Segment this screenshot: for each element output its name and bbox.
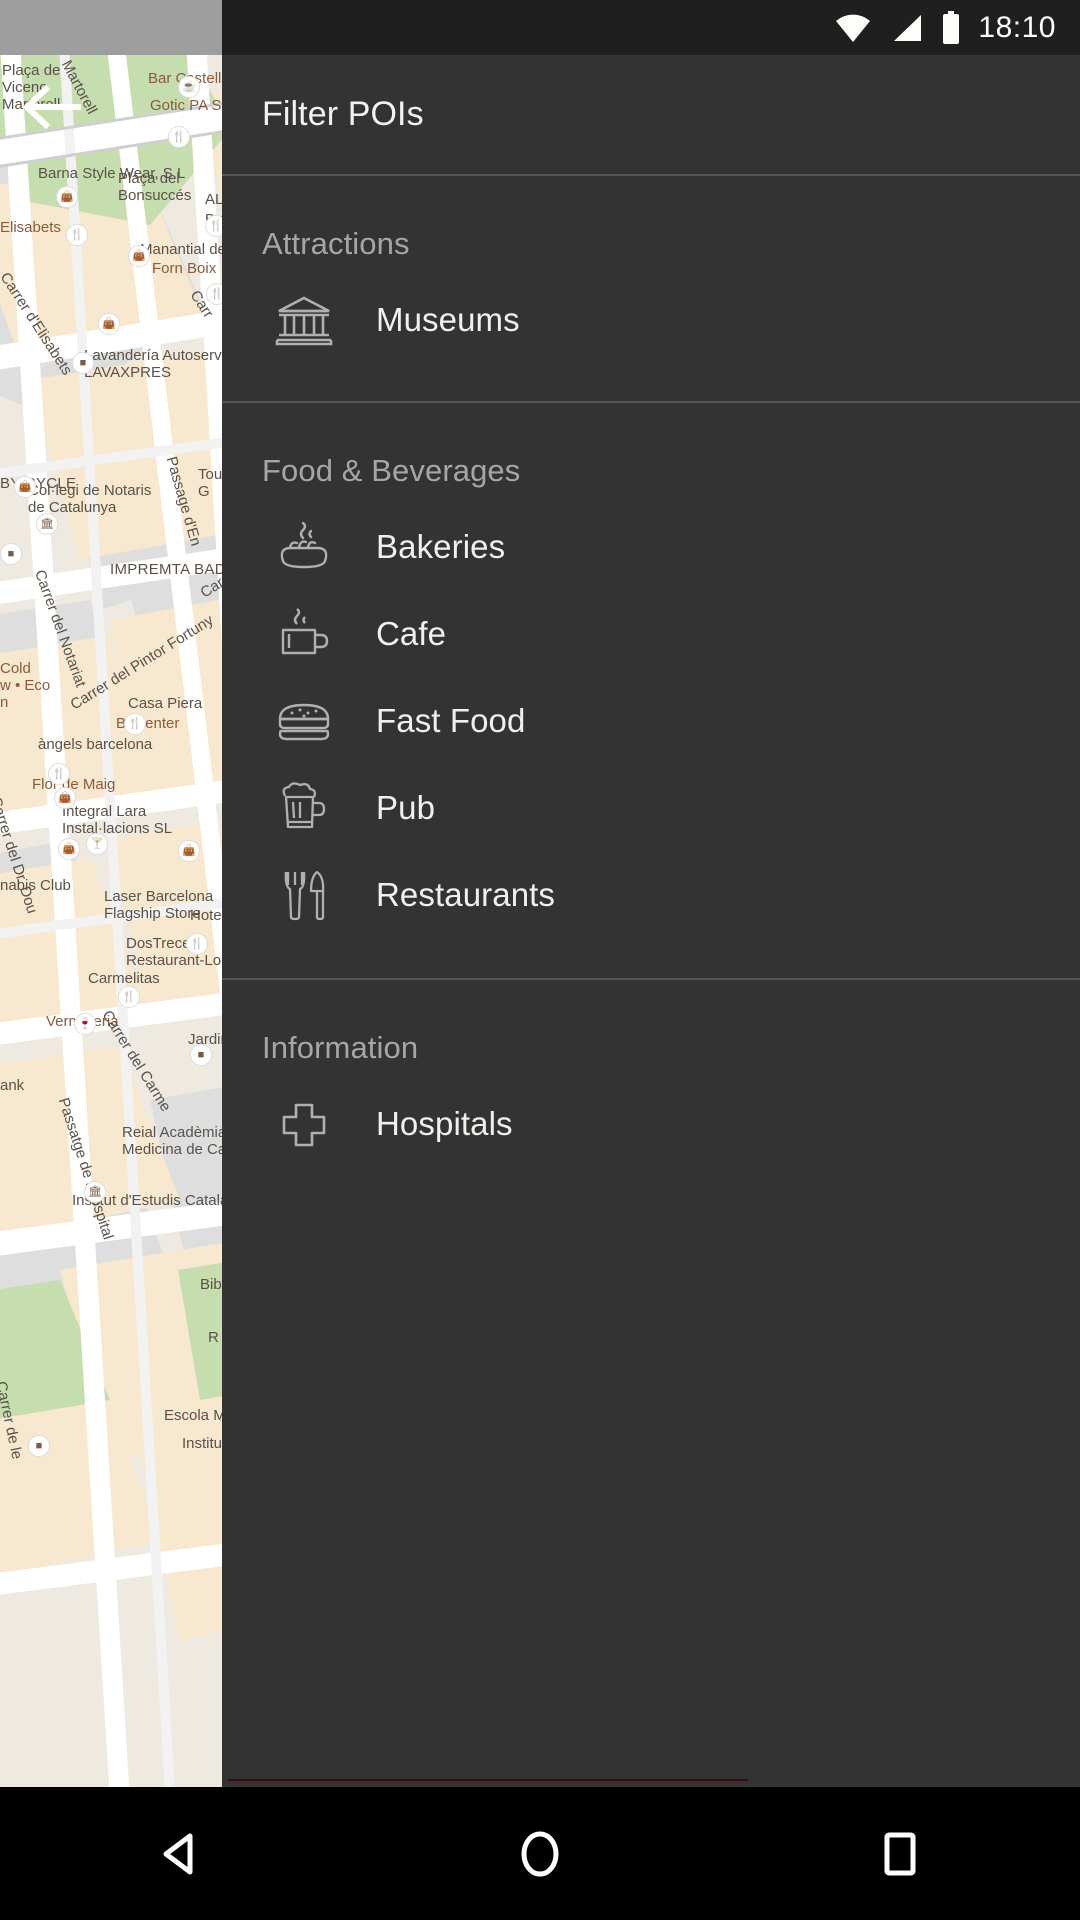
poi-label-restaurants: Restaurants xyxy=(376,875,556,913)
group-information: Information Hospitals xyxy=(222,980,1080,1197)
screen-edge-artifact xyxy=(228,1779,748,1781)
group-title-food-beverages: Food & Beverages xyxy=(262,453,521,488)
map-label: Elisabets xyxy=(0,219,61,236)
nav-recents-button[interactable] xyxy=(840,1794,960,1914)
map-poi-pin-icon[interactable]: ☕ xyxy=(178,76,200,98)
map-label: Institu xyxy=(182,1435,223,1452)
map-poi-pin-icon[interactable]: ■ xyxy=(0,543,22,565)
map-label: Hotel xyxy=(190,907,226,924)
map-label: Forn Boix xyxy=(152,260,217,277)
map-poi-pin-icon[interactable]: 👜 xyxy=(58,838,80,860)
page-title: Filter POIs xyxy=(262,95,424,133)
map-label: Lavandería Autoservicio LAVAXPRES xyxy=(84,347,245,382)
status-bar: 18:10 xyxy=(222,0,1080,55)
nav-back-button[interactable] xyxy=(120,1794,240,1914)
map-label: Bib xyxy=(200,1276,222,1293)
android-navigation-bar xyxy=(0,1787,1080,1920)
coffee-mug-icon xyxy=(262,607,346,660)
poi-item-bakeries[interactable]: Bakeries xyxy=(222,503,1080,590)
poi-label-museums: Museums xyxy=(376,300,520,338)
poi-item-hospitals[interactable]: Hospitals xyxy=(222,1080,1080,1167)
phone-screen: Plaça de Vicenç Martorell Martorell Bar Ca… xyxy=(0,0,1080,1920)
drawer-header: Filter POIs xyxy=(222,55,1080,174)
beer-mug-icon xyxy=(262,781,346,834)
poi-label-cafe: Cafe xyxy=(376,614,447,652)
map-poi-pin-icon[interactable]: 🍴 xyxy=(118,986,140,1008)
map-label: àngels barcelona xyxy=(38,736,153,753)
map-label: Integral Lara Instal·lacions SL xyxy=(62,803,173,838)
map-label: Col·legi de Notaris de Catalunya xyxy=(28,482,152,517)
map-label: nabis Club xyxy=(0,877,71,894)
map-label: ank xyxy=(0,1077,25,1094)
poi-label-fast-food: Fast Food xyxy=(376,701,526,739)
map-poi-pin-icon[interactable]: 🍴 xyxy=(186,933,208,955)
map-label: Carrer del Carme xyxy=(98,1007,175,1115)
poi-label-pub: Pub xyxy=(376,788,436,826)
map-poi-pin-icon[interactable]: ■ xyxy=(28,1435,50,1457)
map-poi-pin-icon[interactable]: ■ xyxy=(190,1044,212,1066)
map-poi-pin-icon[interactable]: 🏛 xyxy=(84,1181,106,1203)
map-poi-pin-icon[interactable]: ■ xyxy=(72,352,94,374)
map-poi-pin-icon[interactable]: 👜 xyxy=(56,186,78,208)
group-title-attractions: Attractions xyxy=(262,226,410,261)
nav-home-button[interactable] xyxy=(480,1794,600,1914)
medical-cross-icon xyxy=(262,1098,346,1150)
filter-poi-drawer: 18:10 Filter POIs Attractions Museums Fo… xyxy=(222,0,1080,1787)
group-food-beverages: Food & Beverages Bakeries Cafe Fast Food… xyxy=(222,403,1080,978)
map-label: AL xyxy=(205,191,224,208)
poi-label-bakeries: Bakeries xyxy=(376,527,506,565)
museum-icon xyxy=(262,294,346,346)
poi-item-fast-food[interactable]: Fast Food xyxy=(222,677,1080,764)
poi-item-pub[interactable]: Pub xyxy=(222,764,1080,851)
map-poi-pin-icon[interactable]: 🍴 xyxy=(48,763,70,785)
map-poi-pin-icon[interactable]: 🏛 xyxy=(36,513,58,535)
map-poi-pin-icon[interactable]: 👜 xyxy=(14,476,36,498)
map-label: Passatge de l'Hospital xyxy=(54,1095,117,1242)
map-poi-pin-icon[interactable]: 🍴 xyxy=(124,713,146,735)
battery-icon xyxy=(941,10,961,45)
hamburger-icon xyxy=(262,695,346,747)
cellular-signal-icon xyxy=(890,12,924,44)
poi-item-restaurants[interactable]: Restaurants xyxy=(222,851,1080,938)
map-poi-pin-icon[interactable]: 👜 xyxy=(98,313,120,335)
map-poi-pin-icon[interactable]: 🍸 xyxy=(86,833,108,855)
poi-label-hospitals: Hospitals xyxy=(376,1104,513,1142)
back-arrow-icon[interactable] xyxy=(18,74,84,140)
map-poi-pin-icon[interactable]: 👜 xyxy=(178,840,200,862)
map-poi-pin-icon[interactable]: 🍴 xyxy=(66,224,88,246)
map-poi-pin-icon[interactable]: 👜 xyxy=(54,787,76,809)
group-attractions: Attractions Museums xyxy=(222,176,1080,401)
poi-item-museums[interactable]: Museums xyxy=(222,276,1080,363)
fork-knife-icon xyxy=(262,869,346,921)
map-label: R xyxy=(208,1329,219,1346)
map-label: Carrer del Dr. Dou xyxy=(0,794,41,916)
map-label: Carmelitas xyxy=(88,970,160,987)
map-poi-pin-icon[interactable]: 🍴 xyxy=(168,126,190,148)
status-bar-clock: 18:10 xyxy=(978,10,1056,44)
map-poi-pin-icon[interactable]: 👜 xyxy=(128,245,150,267)
map-label: Casa Piera xyxy=(128,695,203,712)
map-label: Carrer d'Elisabets xyxy=(0,269,76,379)
map-label: Cold w • Eco n xyxy=(0,660,51,712)
map-label: Carrer de le xyxy=(0,1379,26,1461)
map-label: Plaça del Bonsuccés xyxy=(118,170,192,205)
group-title-information: Information xyxy=(262,1030,419,1065)
poi-item-cafe[interactable]: Cafe xyxy=(222,590,1080,677)
bread-loaf-icon xyxy=(262,521,346,573)
wifi-icon xyxy=(833,12,873,44)
map-poi-pin-icon[interactable]: 🍷 xyxy=(74,1013,96,1035)
